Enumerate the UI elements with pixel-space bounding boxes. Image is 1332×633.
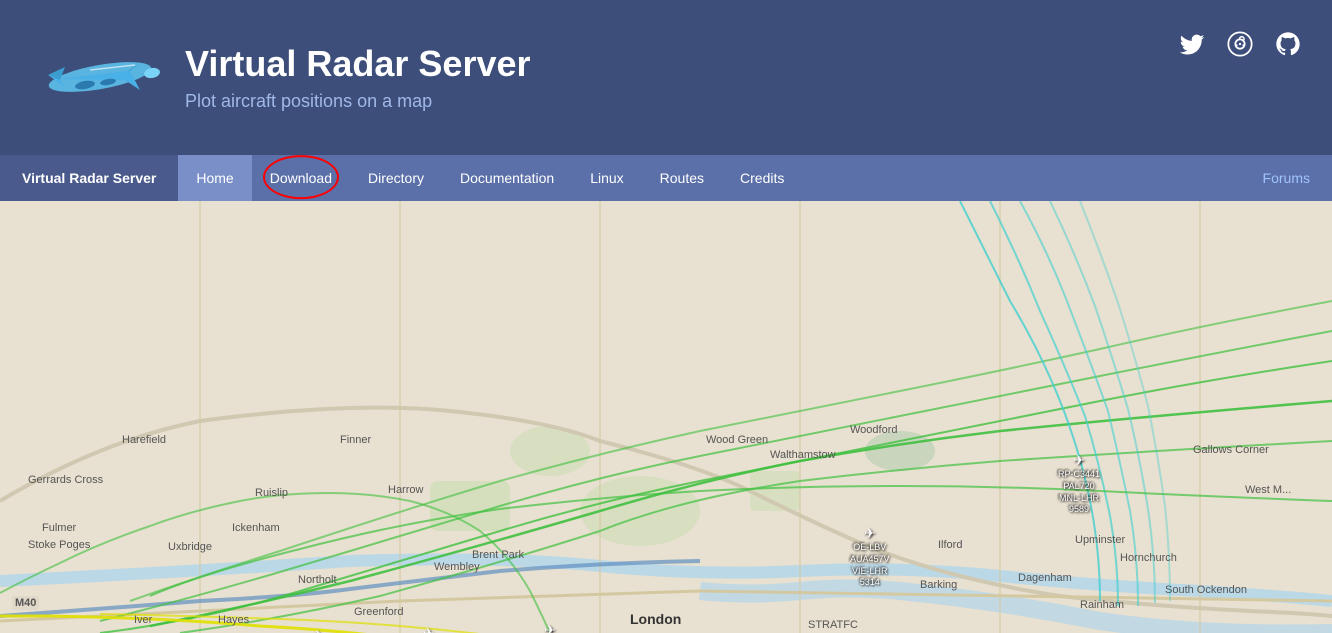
- github-icon: [1274, 30, 1302, 58]
- github-link[interactable]: [1274, 30, 1302, 65]
- site-subtitle: Plot aircraft positions on a map: [185, 91, 531, 112]
- nav-item-download[interactable]: Download: [252, 155, 350, 201]
- aircraft-oe-lbv: ✈ OE-LBV AUA457V VIE-LHR 5314: [850, 524, 890, 589]
- nav-item-linux[interactable]: Linux: [572, 155, 641, 201]
- aircraft-icon-eupm: ✈: [298, 626, 338, 633]
- nav-item-directory[interactable]: Directory: [350, 155, 442, 201]
- aircraft-rp-c3441: ✈ RP-C3441 PAL720 MNL-LHR 9589: [1058, 451, 1100, 516]
- aircraft-icon-rpc3441: ✈: [1058, 451, 1100, 469]
- reddit-icon: [1226, 30, 1254, 58]
- nav-brand: Virtual Radar Server: [0, 155, 178, 201]
- aircraft-icon-euuc: ✈: [408, 624, 449, 633]
- twitter-link[interactable]: [1178, 30, 1206, 65]
- map-container[interactable]: Slough London Harefield Finner Harrow We…: [0, 201, 1332, 633]
- aircraft-icon-euul: ✈: [530, 621, 570, 633]
- reddit-link[interactable]: [1226, 30, 1254, 65]
- aircraft-g-euuc: ✈ G-EUUC BAW19LX LUX-LHR 1585: [408, 624, 449, 633]
- social-links: [1178, 30, 1302, 65]
- nav-spacer: [802, 155, 1240, 201]
- nav-item-forums[interactable]: Forums: [1241, 155, 1332, 201]
- main-nav: Virtual Radar Server Home Download Direc…: [0, 155, 1332, 201]
- nav-item-routes[interactable]: Routes: [642, 155, 722, 201]
- header-text: Virtual Radar Server Plot aircraft posit…: [185, 43, 531, 112]
- aircraft-g-euul: ✈ G-EUUL BAW869 BUD-LHR 2685: [530, 621, 570, 633]
- nav-items: Home Download Directory Documentation Li…: [178, 155, 1240, 201]
- aircraft-g-eupm: ✈ G-EUPM BAW793 GOT-LHR 539: [298, 626, 338, 633]
- site-title: Virtual Radar Server: [185, 43, 531, 85]
- nav-item-documentation[interactable]: Documentation: [442, 155, 572, 201]
- aircraft-icon-oelbv: ✈: [850, 524, 890, 542]
- logo: [30, 35, 160, 120]
- header: Virtual Radar Server Plot aircraft posit…: [0, 0, 1332, 155]
- twitter-icon: [1178, 30, 1206, 58]
- nav-item-home[interactable]: Home: [178, 155, 251, 201]
- map-svg: [0, 201, 1332, 633]
- nav-item-credits[interactable]: Credits: [722, 155, 802, 201]
